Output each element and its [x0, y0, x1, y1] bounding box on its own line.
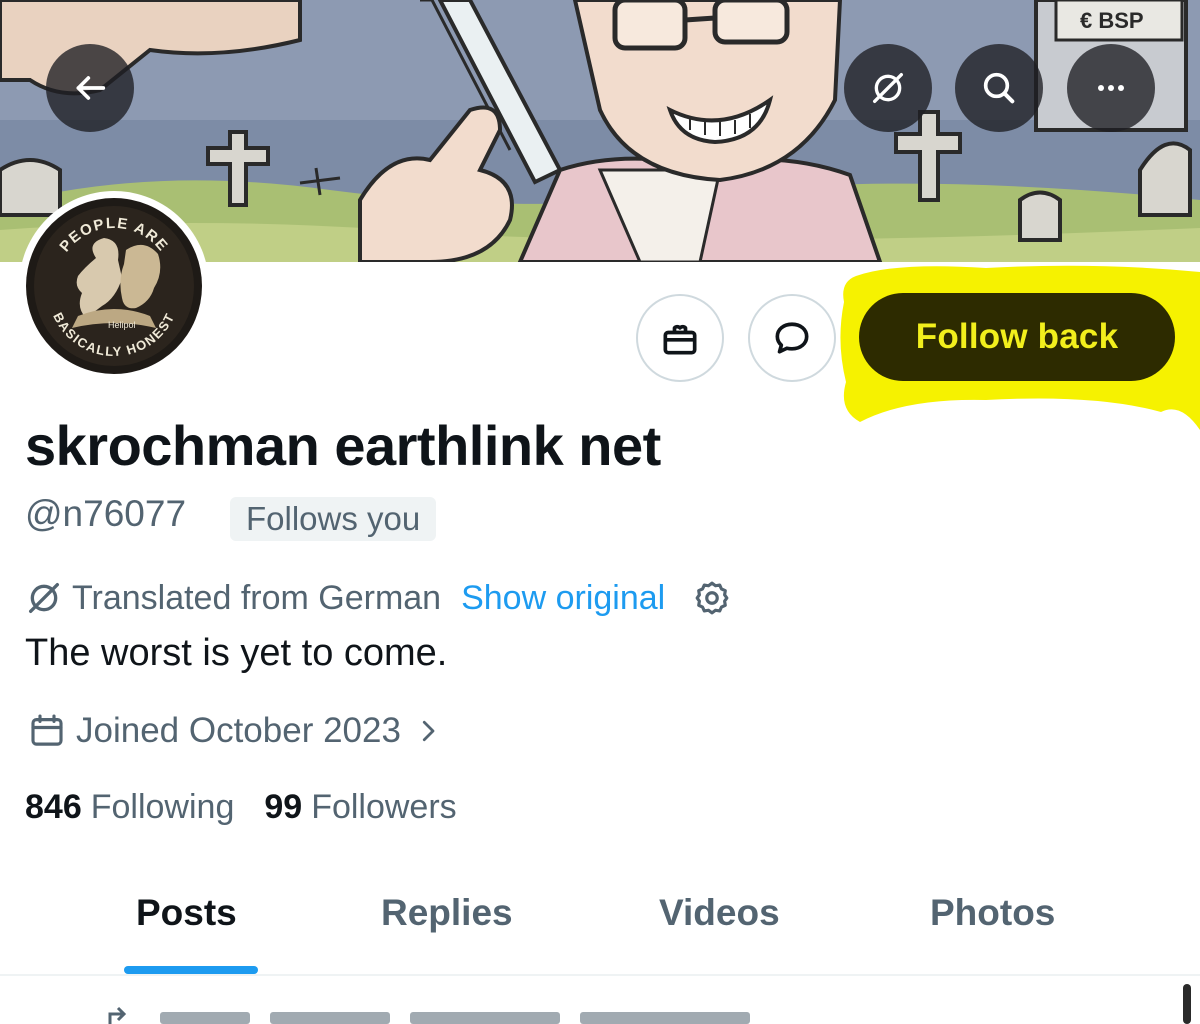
back-button[interactable]	[46, 44, 134, 132]
avatar-coin-image: PEOPLE ARE BASICALLY HONEST Helipol	[26, 198, 202, 374]
message-button[interactable]	[748, 294, 836, 382]
user-handle: @n76077	[25, 493, 187, 534]
gift-icon	[663, 324, 697, 355]
tab-replies[interactable]: Replies	[381, 892, 513, 934]
translate-icon	[29, 583, 59, 613]
tab-photos[interactable]: Photos	[930, 892, 1055, 934]
joined-date-label: Joined October 2023	[76, 711, 401, 750]
translation-notice: Translated from German Show original	[24, 576, 733, 620]
joined-date-row[interactable]: Joined October 2023	[26, 708, 443, 754]
more-options-button[interactable]	[1067, 44, 1155, 132]
followers-label: Followers	[311, 788, 457, 826]
banner-sign-text: € BSP	[1080, 8, 1144, 33]
followers-stat[interactable]: 99 Followers	[264, 788, 456, 827]
search-button[interactable]	[955, 44, 1043, 132]
follow-stats: 846 Following 99 Followers	[25, 788, 457, 827]
message-icon	[775, 322, 809, 354]
follows-you-label: Follows you	[246, 500, 421, 537]
scrollbar[interactable]	[1183, 984, 1191, 1024]
follow-back-label: Follow back	[915, 317, 1119, 356]
active-tab-indicator	[124, 966, 258, 974]
more-icon	[1098, 85, 1124, 91]
display-name: skrochman earthlink net	[25, 414, 661, 477]
search-icon	[983, 72, 1015, 104]
follows-you-badge: Follows you	[230, 497, 437, 541]
repost-icon	[108, 1006, 750, 1024]
following-stat[interactable]: 846 Following	[25, 788, 234, 827]
gear-icon[interactable]	[691, 577, 733, 619]
bio-text: The worst is yet to come.	[25, 632, 448, 674]
avatar-center-text: Helipol	[108, 320, 136, 330]
translate-button[interactable]	[844, 44, 932, 132]
profile-tabs: Posts Replies Videos Photos	[0, 870, 1200, 976]
show-original-link[interactable]: Show original	[461, 579, 665, 618]
tab-videos[interactable]: Videos	[659, 892, 780, 934]
next-post-preview	[0, 990, 1200, 1024]
avatar[interactable]: PEOPLE ARE BASICALLY HONEST Helipol	[19, 191, 209, 381]
followers-count: 99	[264, 788, 303, 826]
back-arrow-icon	[76, 76, 106, 100]
calendar-icon	[31, 714, 63, 746]
gift-button[interactable]	[636, 294, 724, 382]
tab-posts[interactable]: Posts	[136, 892, 237, 934]
following-count: 846	[25, 788, 82, 826]
follow-back-button[interactable]: Follow back	[859, 293, 1175, 381]
translate-icon	[873, 73, 903, 104]
chevron-right-icon	[422, 720, 435, 742]
translated-from-label: Translated from German	[72, 578, 442, 617]
following-label: Following	[90, 788, 235, 826]
